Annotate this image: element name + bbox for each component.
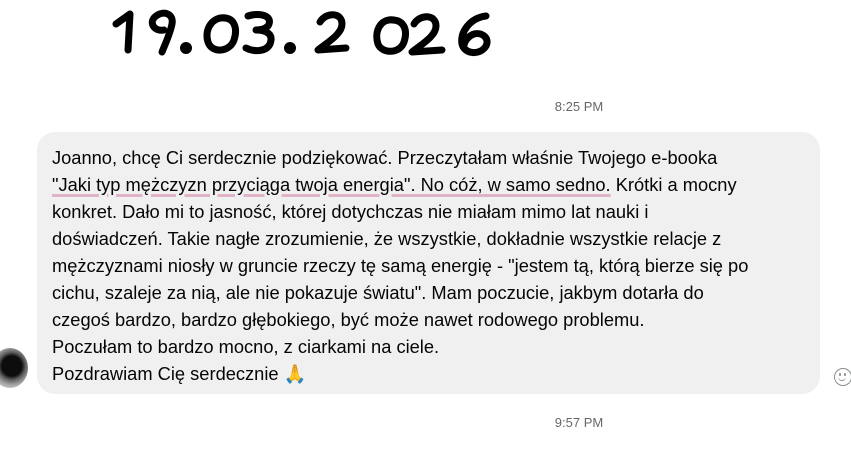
folded-hands-emoji: 🙏: [283, 363, 307, 384]
message-line: Joanno, chcę Ci serdecznie podziękować. …: [52, 147, 718, 168]
smiley-face-icon[interactable]: [834, 368, 851, 386]
timestamp: 8:25 PM: [554, 99, 604, 114]
highlighted-text: "Jaki typ mężczyzn przyciąga twoja energ…: [52, 174, 611, 195]
message-line: cichu, szaleje za nią, ale nie pokazuje …: [52, 282, 704, 303]
message-line: doświadczeń. Takie nagłe zrozumienie, że…: [52, 228, 722, 249]
handwritten-date-drawing: [112, 9, 491, 56]
message-line: czegoś bardzo, bardzo głębokiego, być mo…: [52, 309, 645, 330]
message-text: Joanno, chcę Ci serdecznie podziękować. …: [52, 144, 806, 387]
message-line-text: Pozdrawiam Cię serdecznie: [52, 363, 284, 384]
message-line: konkret. Dało mi to jasność, której doty…: [52, 201, 649, 222]
message-line: "Jaki typ mężczyzn przyciąga twoja energ…: [52, 171, 806, 198]
smiley-mouth: [838, 376, 846, 381]
message-bubble[interactable]: Joanno, chcę Ci serdecznie podziękować. …: [37, 132, 820, 394]
timestamp: 9:57 PM: [554, 415, 604, 430]
message-line-rest: Krótki a mocny: [610, 174, 737, 195]
message-line: mężczyznami niosły w gruncie rzeczy tę s…: [52, 255, 749, 276]
avatar[interactable]: [0, 348, 28, 388]
message-line: Poczułam to bardzo mocno, z ciarkami na …: [52, 336, 440, 357]
message-line: Pozdrawiam Cię serdecznie 🙏: [52, 360, 806, 387]
handwritten-date: [108, 0, 528, 70]
